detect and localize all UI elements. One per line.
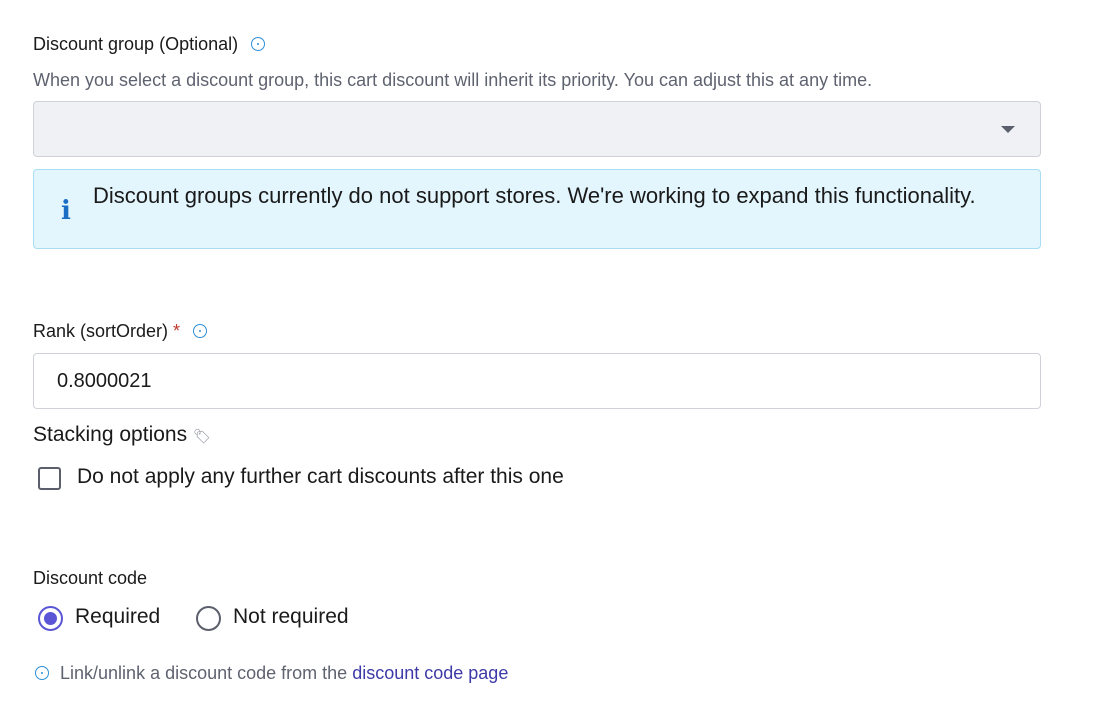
discount-code-required-label[interactable]: Required (75, 605, 160, 629)
rank-input[interactable]: 0.8000021 (33, 353, 1041, 409)
info-icon: i (61, 196, 71, 226)
discount-code-required-radio[interactable] (38, 606, 63, 631)
discount-code-not-required-label[interactable]: Not required (233, 605, 349, 629)
tag-icon: 🏷 (192, 428, 211, 444)
discount-code-page-link[interactable]: discount code page (352, 663, 508, 683)
banner-message: Discount groups currently do not support… (93, 183, 976, 208)
required-marker: * (173, 321, 181, 341)
stores-info-banner: i Discount groups currently do not suppo… (33, 169, 1041, 249)
info-icon[interactable] (251, 37, 266, 52)
rank-label: Rank (sortOrder) (33, 321, 169, 341)
discount-group-label-row: Discount group (Optional) (33, 34, 266, 55)
discount-code-footer-text: Link/unlink a discount code from the (60, 663, 348, 683)
discount-group-label: Discount group (Optional) (33, 34, 239, 54)
discount-group-help-text: When you select a discount group, this c… (33, 70, 873, 90)
stacking-options-label-row: Stacking options 🏷 (33, 423, 211, 447)
rank-label-row: Rank (sortOrder) * (33, 321, 208, 342)
no-further-discounts-checkbox[interactable] (38, 467, 61, 490)
discount-group-select[interactable] (33, 101, 1041, 157)
stacking-options-label: Stacking options (33, 423, 188, 446)
info-icon (35, 666, 49, 681)
discount-code-label: Discount code (33, 568, 148, 588)
discount-code-not-required-radio[interactable] (196, 606, 221, 631)
discount-code-footer: Link/unlink a discount code from the dis… (35, 663, 508, 684)
no-further-discounts-label[interactable]: Do not apply any further cart discounts … (77, 465, 564, 489)
chevron-down-icon[interactable] (1001, 126, 1015, 133)
info-icon[interactable] (193, 324, 208, 339)
